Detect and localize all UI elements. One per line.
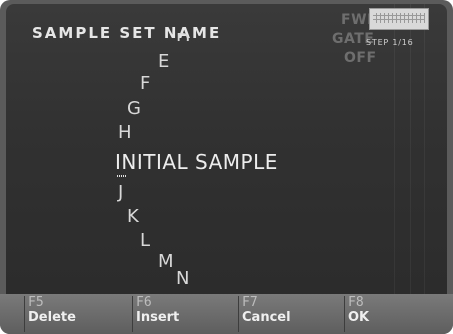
f7-key-label: F7: [242, 295, 258, 310]
f7-action-label: Cancel: [242, 310, 291, 325]
f5-delete-button[interactable]: F5 Delete: [24, 296, 132, 332]
letter-option-l[interactable]: L: [140, 232, 150, 250]
letter-option-g[interactable]: G: [127, 100, 141, 118]
f8-action-label: OK: [348, 310, 370, 325]
f8-key-label: F8: [348, 295, 364, 310]
text-cursor: [117, 175, 126, 177]
f5-action-label: Delete: [28, 310, 76, 325]
letter-option-d[interactable]: D: [176, 32, 190, 41]
f8-ok-button[interactable]: F8 OK: [344, 296, 449, 332]
step-indicator: STEP 1/16: [366, 38, 414, 47]
f6-key-label: F6: [136, 295, 152, 310]
f7-cancel-button[interactable]: F7 Cancel: [238, 296, 344, 332]
f5-key-label: F5: [28, 295, 44, 310]
lcd-screen: SAMPLE SET NAME FWD GATE OFF STEP 1/16 D…: [0, 0, 453, 334]
ghost-label-off: OFF: [344, 50, 377, 66]
f6-insert-button[interactable]: F6 Insert: [132, 296, 238, 332]
f6-action-label: Insert: [136, 310, 180, 325]
display-area: SAMPLE SET NAME FWD GATE OFF STEP 1/16 D…: [6, 4, 447, 294]
keyboard-icon: [369, 8, 429, 30]
letter-option-e[interactable]: E: [158, 53, 169, 71]
letter-option-m[interactable]: M: [158, 253, 174, 271]
letter-option-f[interactable]: F: [140, 75, 150, 93]
function-key-bar: F5 Delete F6 Insert F7 Cancel F8 OK: [0, 294, 453, 334]
letter-option-j[interactable]: J: [118, 184, 123, 202]
letter-option-n[interactable]: N: [176, 270, 189, 288]
screen-title: SAMPLE SET NAME: [32, 24, 222, 42]
letter-option-h[interactable]: H: [118, 124, 132, 142]
letter-option-k[interactable]: K: [127, 208, 139, 226]
selected-sample-name[interactable]: INITIAL SAMPLE: [115, 152, 278, 172]
